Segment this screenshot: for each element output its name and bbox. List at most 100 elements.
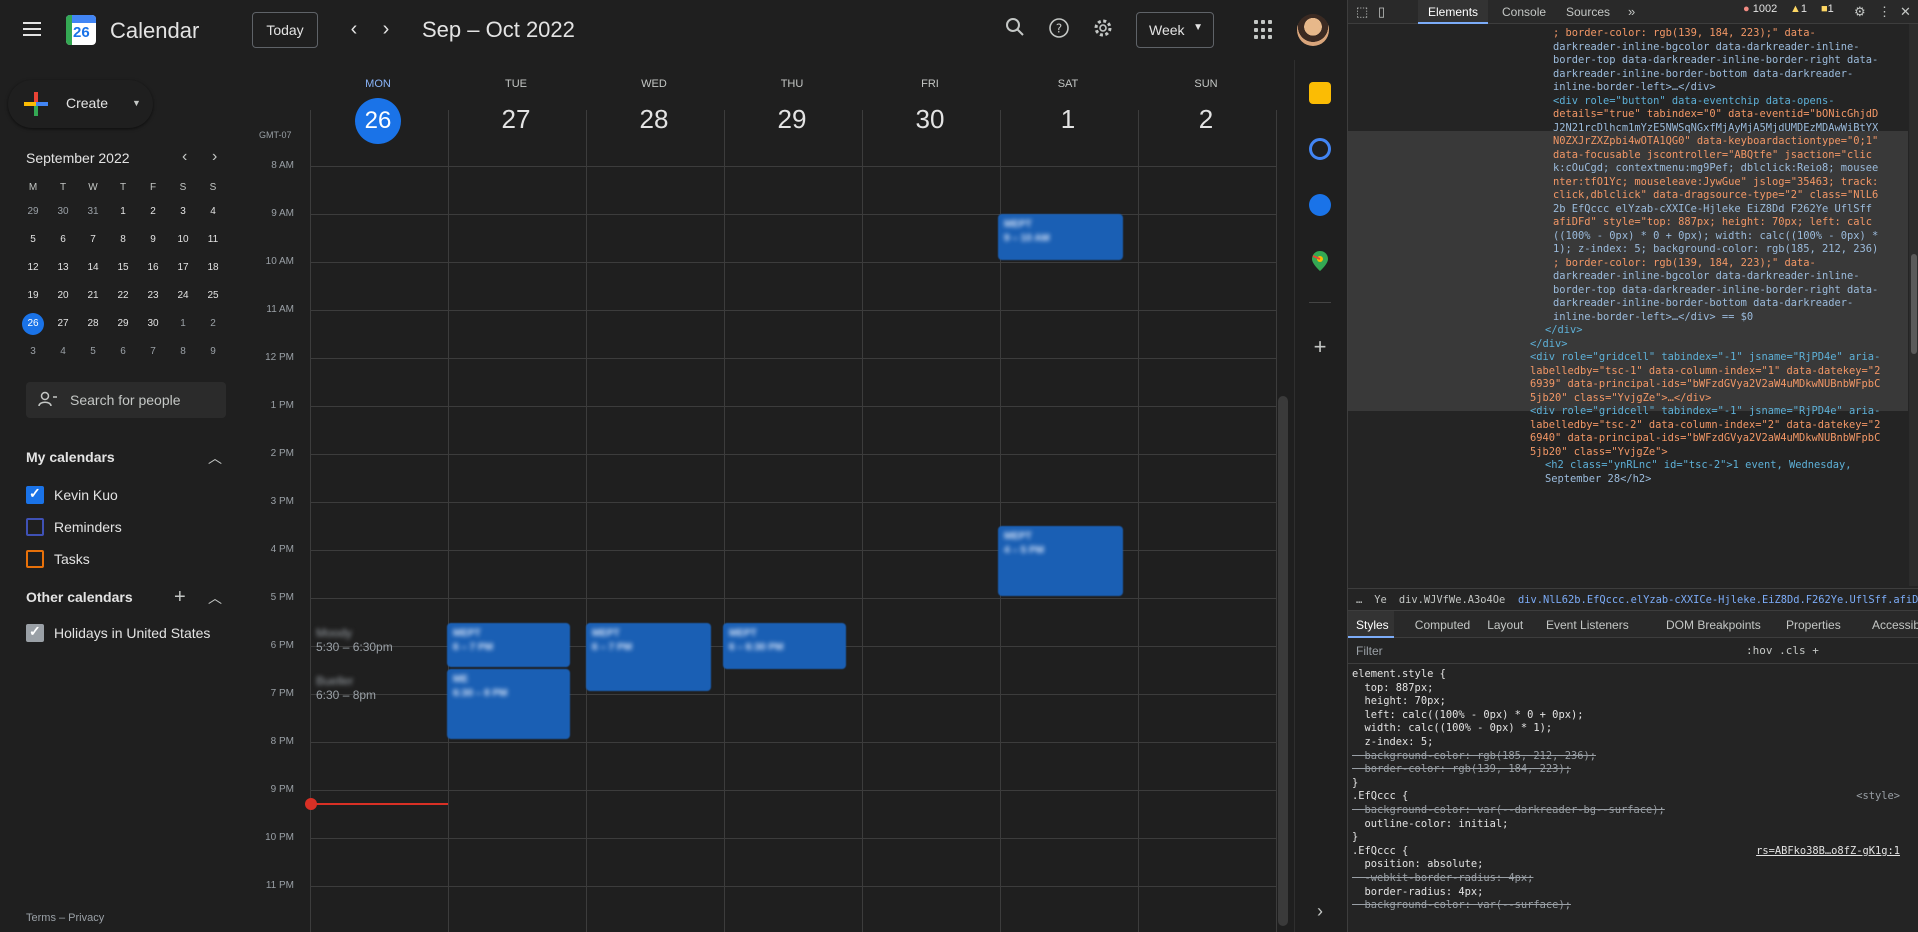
maps-icon[interactable] bbox=[1309, 250, 1331, 272]
dom-node-line[interactable]: 1); z-index: 5; background-color: rgb(18… bbox=[1553, 243, 1878, 257]
device-toolbar-icon[interactable]: ▯ bbox=[1378, 4, 1385, 20]
devtools-more-icon[interactable]: ⋮ bbox=[1878, 4, 1891, 20]
calendar-checkbox[interactable] bbox=[26, 550, 44, 568]
style-rule-line[interactable]: position: absolute; bbox=[1352, 858, 1484, 872]
breadcrumb-item[interactable]: Ye bbox=[1374, 589, 1387, 610]
mini-day[interactable]: 12 bbox=[18, 254, 48, 282]
chevron-up-icon[interactable]: ︿ bbox=[208, 448, 222, 468]
style-rule-line[interactable]: top: 887px; bbox=[1352, 682, 1434, 696]
tab-sources[interactable]: Sources bbox=[1566, 5, 1610, 19]
style-rule-line[interactable]: outline-color: initial; bbox=[1352, 818, 1509, 832]
style-rule-line[interactable]: height: 70px; bbox=[1352, 695, 1446, 709]
mini-day[interactable]: 2 bbox=[198, 310, 228, 338]
breadcrumb-item[interactable]: div.NlL62b.EfQccc.elYzab-cXXICe-Hjleke.E… bbox=[1518, 589, 1918, 610]
create-button[interactable]: Create ▼ bbox=[8, 80, 153, 128]
styles-tab[interactable]: Accessibility bbox=[1872, 618, 1918, 632]
mini-day[interactable]: 9 bbox=[198, 338, 228, 366]
mini-day[interactable]: 4 bbox=[198, 198, 228, 226]
event-chip[interactable]: MEPT 9 – 10 AM bbox=[998, 214, 1123, 260]
next-week-button[interactable]: › bbox=[372, 16, 400, 44]
warning-badge[interactable]: ▲1 bbox=[1790, 3, 1807, 15]
dom-node-line[interactable]: labelledby="tsc-1" data-column-index="1"… bbox=[1530, 365, 1880, 379]
inspect-element-icon[interactable]: ⬚ bbox=[1356, 4, 1368, 20]
tab-console[interactable]: Console bbox=[1502, 5, 1546, 19]
terms-privacy-links[interactable]: Terms – Privacy bbox=[26, 912, 104, 924]
dom-tree[interactable]: ; border-color: rgb(139, 184, 223);" dat… bbox=[1348, 24, 1908, 586]
styles-tab[interactable]: Layout bbox=[1487, 618, 1523, 632]
mini-day[interactable]: 14 bbox=[78, 254, 108, 282]
styles-tab[interactable]: Properties bbox=[1786, 618, 1841, 632]
dom-node-line[interactable]: darkreader-inline-border-bottom data-dar… bbox=[1553, 68, 1853, 82]
style-rule-line[interactable]: background-color: var(--surface); bbox=[1352, 899, 1571, 913]
dom-node-line[interactable]: k:cOuCgd; contextmenu:mg9Pef; dblclick:R… bbox=[1553, 162, 1878, 176]
event-chip[interactable]: MEPT 6 – 7 PM bbox=[447, 623, 570, 667]
style-rule-line[interactable]: left: calc((100% - 0px) * 0 + 0px); bbox=[1352, 709, 1584, 723]
dom-node-line[interactable]: ((100% - 0px) * 0 + 0px); width: calc((1… bbox=[1553, 230, 1878, 244]
style-rule-line[interactable]: border-radius: 4px; bbox=[1352, 886, 1484, 900]
chevron-up-icon[interactable]: ︿ bbox=[208, 588, 222, 608]
style-rule-line[interactable]: border-color: rgb(139, 184, 223); bbox=[1352, 763, 1571, 777]
dom-scrollbar[interactable] bbox=[1909, 24, 1918, 586]
mini-day[interactable]: 13 bbox=[48, 254, 78, 282]
dom-node-line[interactable]: ; border-color: rgb(139, 184, 223);" dat… bbox=[1553, 27, 1816, 41]
mini-day[interactable]: 27 bbox=[48, 310, 78, 338]
ghost-event[interactable]: Bueller 6:30 – 8pm bbox=[316, 674, 376, 702]
calendar-checkbox[interactable] bbox=[26, 485, 44, 504]
mini-day[interactable]: 7 bbox=[78, 226, 108, 254]
mini-day[interactable]: 8 bbox=[108, 226, 138, 254]
add-other-calendar-icon[interactable]: + bbox=[174, 586, 186, 609]
devtools-settings-gear-icon[interactable]: ⚙ bbox=[1854, 4, 1866, 20]
dom-node-line[interactable]: 6939" data-principal-ids="bWFzdGVya2V2aW… bbox=[1530, 378, 1880, 392]
event-chip[interactable]: ME 6:30 – 8 PM bbox=[447, 669, 570, 739]
mini-next-month-icon[interactable]: › bbox=[212, 148, 217, 166]
error-badge[interactable]: ● 1002 bbox=[1743, 3, 1777, 15]
mini-day[interactable]: 25 bbox=[198, 282, 228, 310]
mini-day[interactable]: 10 bbox=[168, 226, 198, 254]
mini-day[interactable]: 6 bbox=[108, 338, 138, 366]
dom-node-line[interactable]: <h2 class="ynRLnc" id="tsc-2">1 event, W… bbox=[1545, 459, 1852, 473]
other-calendars-title[interactable]: Other calendars bbox=[26, 589, 133, 605]
style-rule-line[interactable]: -webkit-border-radius: 4px; bbox=[1352, 872, 1534, 886]
calendar-checkbox[interactable] bbox=[26, 518, 44, 536]
grid-scrollbar[interactable] bbox=[1278, 396, 1288, 926]
mini-day[interactable]: 5 bbox=[18, 226, 48, 254]
mini-day[interactable]: 6 bbox=[48, 226, 78, 254]
styles-filter[interactable]: Filter :hov .cls + bbox=[1348, 638, 1918, 664]
dom-node-line[interactable]: nter:tfO1Yc; mouseleave:JywGue" jslog="3… bbox=[1553, 176, 1878, 190]
week-grid[interactable] bbox=[310, 110, 1277, 932]
contacts-icon[interactable] bbox=[1309, 194, 1331, 216]
mini-day[interactable]: 11 bbox=[198, 226, 228, 254]
style-source-link[interactable]: rs=ABFko38B…o8fZ-gK1g:1 bbox=[1756, 845, 1900, 859]
dom-node-line[interactable]: border-top data-darkreader-inline-border… bbox=[1553, 284, 1878, 298]
dom-node-line[interactable]: <div role="button" data-eventchip data-o… bbox=[1553, 95, 1835, 109]
mini-day[interactable]: 28 bbox=[78, 310, 108, 338]
search-people-input[interactable]: Search for people bbox=[26, 382, 226, 418]
style-rule-line[interactable]: } bbox=[1352, 831, 1358, 845]
mini-day[interactable]: 17 bbox=[168, 254, 198, 282]
event-chip[interactable]: MEPT 6 – 6:30 PM bbox=[723, 623, 846, 669]
event-chip[interactable]: MEPT 6 – 7 PM bbox=[586, 623, 711, 691]
dom-node-line[interactable]: click,dblclick" data-dragsource-type="2"… bbox=[1553, 189, 1878, 203]
mini-day[interactable]: 3 bbox=[168, 198, 198, 226]
dom-node-line[interactable]: 5jb20" class="YvjgZe">…</div> bbox=[1530, 392, 1711, 406]
styles-tab[interactable]: Styles bbox=[1356, 618, 1389, 632]
mini-day[interactable]: 30 bbox=[48, 198, 78, 226]
search-icon[interactable] bbox=[1002, 17, 1028, 43]
mini-day[interactable]: 31 bbox=[78, 198, 108, 226]
dom-node-line[interactable]: ; border-color: rgb(139, 184, 223);" dat… bbox=[1553, 257, 1816, 271]
filter-tools[interactable]: :hov .cls + bbox=[1746, 644, 1819, 657]
style-rule-line[interactable]: .EfQccc { bbox=[1352, 845, 1408, 859]
mini-day[interactable]: 20 bbox=[48, 282, 78, 310]
style-rule-line[interactable]: element.style { bbox=[1352, 668, 1446, 682]
dom-node-line[interactable]: labelledby="tsc-2" data-column-index="2"… bbox=[1530, 419, 1880, 433]
mini-day[interactable]: 22 bbox=[108, 282, 138, 310]
mini-day[interactable]: 24 bbox=[168, 282, 198, 310]
breadcrumb-item[interactable]: … bbox=[1356, 589, 1362, 610]
today-button[interactable]: Today bbox=[252, 12, 318, 48]
styles-pane[interactable]: element.style { top: 887px; height: 70px… bbox=[1348, 664, 1908, 932]
account-avatar[interactable] bbox=[1297, 14, 1329, 46]
calendar-checkbox[interactable] bbox=[26, 623, 44, 642]
styles-tab[interactable]: DOM Breakpoints bbox=[1666, 618, 1761, 632]
dom-node-line[interactable]: 2b EfQccc elYzab-cXXICe-Hjleke EiZ8Dd F2… bbox=[1553, 203, 1872, 217]
more-tabs-icon[interactable]: » bbox=[1628, 4, 1635, 19]
